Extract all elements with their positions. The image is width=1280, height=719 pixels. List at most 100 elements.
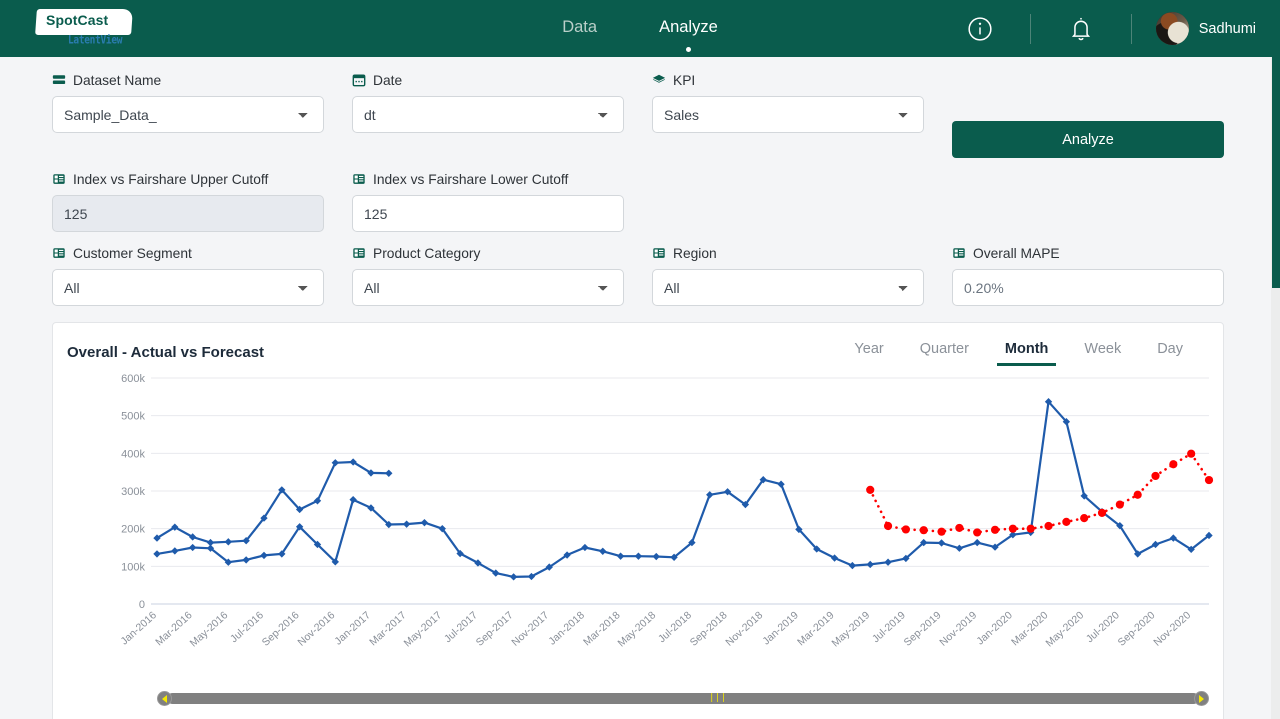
svg-text:200k: 200k <box>121 524 145 536</box>
table-icon <box>953 248 965 258</box>
range-slider-handle-left[interactable] <box>157 691 172 706</box>
divider <box>1130 13 1132 44</box>
svg-text:Nov-2018: Nov-2018 <box>723 609 765 648</box>
overall-mape-label-row: Overall MAPE <box>952 244 1252 262</box>
svg-text:Sep-2017: Sep-2017 <box>474 609 516 648</box>
date-label: Date <box>373 72 403 88</box>
filter-row-1: Dataset Name Sample_Data_ Date dt KPI Sa… <box>52 71 1224 158</box>
filter-region: Region All <box>652 244 952 306</box>
kpi-label: KPI <box>673 72 696 88</box>
kpi-select[interactable]: Sales <box>652 96 924 133</box>
analyze-button[interactable]: Analyze <box>952 121 1224 158</box>
region-label: Region <box>673 245 717 261</box>
filter-row-3: Customer Segment All Product Category Al… <box>52 244 1224 306</box>
filter-row-2: Index vs Fairshare Upper Cutoff Index vs… <box>52 170 1224 232</box>
database-icon <box>52 75 66 84</box>
lower-cutoff-input[interactable] <box>352 195 624 232</box>
svg-text:500k: 500k <box>121 411 145 423</box>
tab-week[interactable]: Week <box>1066 339 1139 366</box>
product-category-label-row: Product Category <box>352 244 652 262</box>
app-logo[interactable]: SpotCast LatentView <box>35 7 136 51</box>
date-select[interactable]: dt <box>352 96 624 133</box>
svg-text:Jan-2019: Jan-2019 <box>760 609 801 647</box>
svg-text:Jan-2020: Jan-2020 <box>974 609 1015 647</box>
svg-text:Nov-2020: Nov-2020 <box>1151 609 1193 648</box>
date-label-row: Date <box>352 71 652 89</box>
analyze-cell: Analyze <box>952 71 1252 158</box>
lower-cutoff-label: Index vs Fairshare Lower Cutoff <box>373 171 569 187</box>
filter-date: Date dt <box>352 71 652 158</box>
page-scrollbar-thumb[interactable] <box>1272 57 1280 288</box>
customer-segment-select[interactable]: All <box>52 269 324 306</box>
tab-day[interactable]: Day <box>1139 339 1201 366</box>
svg-text:600k: 600k <box>121 373 145 385</box>
table-icon <box>353 174 365 184</box>
svg-text:Sep-2018: Sep-2018 <box>688 609 730 648</box>
table-icon <box>53 174 65 184</box>
tab-quarter[interactable]: Quarter <box>902 339 987 366</box>
range-slider-grip[interactable]: ||| <box>709 694 727 703</box>
avatar[interactable] <box>1155 12 1189 45</box>
filter-kpi: KPI Sales <box>652 71 952 158</box>
chart-plot-area: 0 100k 200k 300k 400k 500k 600k Jan-2016 Mar-201… <box>53 370 1223 670</box>
svg-text:Jan-2016: Jan-2016 <box>118 609 159 647</box>
region-select[interactable]: All <box>652 269 924 306</box>
filter-customer-segment: Customer Segment All <box>52 244 352 306</box>
page-scrollbar[interactable] <box>1271 57 1280 719</box>
dataset-name-label: Dataset Name <box>73 72 162 88</box>
svg-text:Sep-2019: Sep-2019 <box>902 609 944 648</box>
customer-segment-label-row: Customer Segment <box>52 244 352 262</box>
info-circle-icon[interactable] <box>954 12 1006 46</box>
chart-range-slider[interactable]: ||| <box>157 691 1209 706</box>
filter-row-2-spacer-a <box>652 170 952 232</box>
svg-text:May-2019: May-2019 <box>829 609 872 649</box>
granularity-tabs: Year Quarter Month Week Day <box>836 339 1201 366</box>
filter-upper-cutoff: Index vs Fairshare Upper Cutoff <box>52 170 352 232</box>
filter-panel: Dataset Name Sample_Data_ Date dt KPI Sa… <box>0 57 1280 306</box>
overall-mape-value <box>952 269 1224 306</box>
chart-card-header: Overall - Actual vs Forecast Year Quarte… <box>53 323 1223 366</box>
calendar-icon <box>352 74 366 87</box>
svg-text:0: 0 <box>139 599 145 611</box>
svg-text:Sep-2020: Sep-2020 <box>1116 609 1158 648</box>
svg-text:Jan-2017: Jan-2017 <box>332 609 373 647</box>
actual-vs-forecast-chart[interactable]: 0100k200k300k400k500k600kJan-2016Mar-201… <box>53 370 1223 670</box>
svg-text:300k: 300k <box>121 486 145 498</box>
upper-cutoff-input[interactable] <box>52 195 324 232</box>
table-icon <box>53 248 65 258</box>
region-label-row: Region <box>652 244 952 262</box>
filter-row-2-spacer-b <box>952 170 1252 232</box>
chart-card: Overall - Actual vs Forecast Year Quarte… <box>52 322 1224 719</box>
chart-title: Overall - Actual vs Forecast <box>67 344 265 361</box>
svg-text:May-2018: May-2018 <box>616 609 659 649</box>
logo-subtitle: LatentView <box>68 33 123 47</box>
customer-segment-label: Customer Segment <box>73 245 192 261</box>
dataset-name-label-row: Dataset Name <box>52 71 352 89</box>
product-category-select[interactable]: All <box>352 269 624 306</box>
svg-text:May-2017: May-2017 <box>402 609 445 649</box>
filter-lower-cutoff: Index vs Fairshare Lower Cutoff <box>352 170 652 232</box>
svg-text:400k: 400k <box>121 448 145 460</box>
svg-text:Sep-2016: Sep-2016 <box>260 609 302 648</box>
divider <box>1029 13 1031 44</box>
table-icon <box>353 248 365 258</box>
svg-text:May-2016: May-2016 <box>188 609 231 649</box>
bell-icon[interactable] <box>1055 12 1107 46</box>
top-navigation-bar: SpotCast LatentView Data Analyze Sadhumi <box>0 0 1280 57</box>
logo-title: SpotCast <box>46 11 109 28</box>
nav-item-data[interactable]: Data <box>560 16 599 41</box>
dataset-name-select[interactable]: Sample_Data_ <box>52 96 324 133</box>
tab-year[interactable]: Year <box>836 339 901 366</box>
nav-item-analyze[interactable]: Analyze <box>657 16 720 52</box>
lower-cutoff-label-row: Index vs Fairshare Lower Cutoff <box>352 170 652 188</box>
table-icon <box>653 248 665 258</box>
range-slider-handle-right[interactable] <box>1194 691 1209 706</box>
tab-month[interactable]: Month <box>987 339 1066 366</box>
kpi-label-row: KPI <box>652 71 952 89</box>
range-slider-track[interactable] <box>167 693 1199 704</box>
svg-text:May-2020: May-2020 <box>1043 609 1086 649</box>
overall-mape-label: Overall MAPE <box>973 245 1060 261</box>
svg-text:Nov-2016: Nov-2016 <box>295 609 337 648</box>
svg-text:Jan-2018: Jan-2018 <box>546 609 587 647</box>
